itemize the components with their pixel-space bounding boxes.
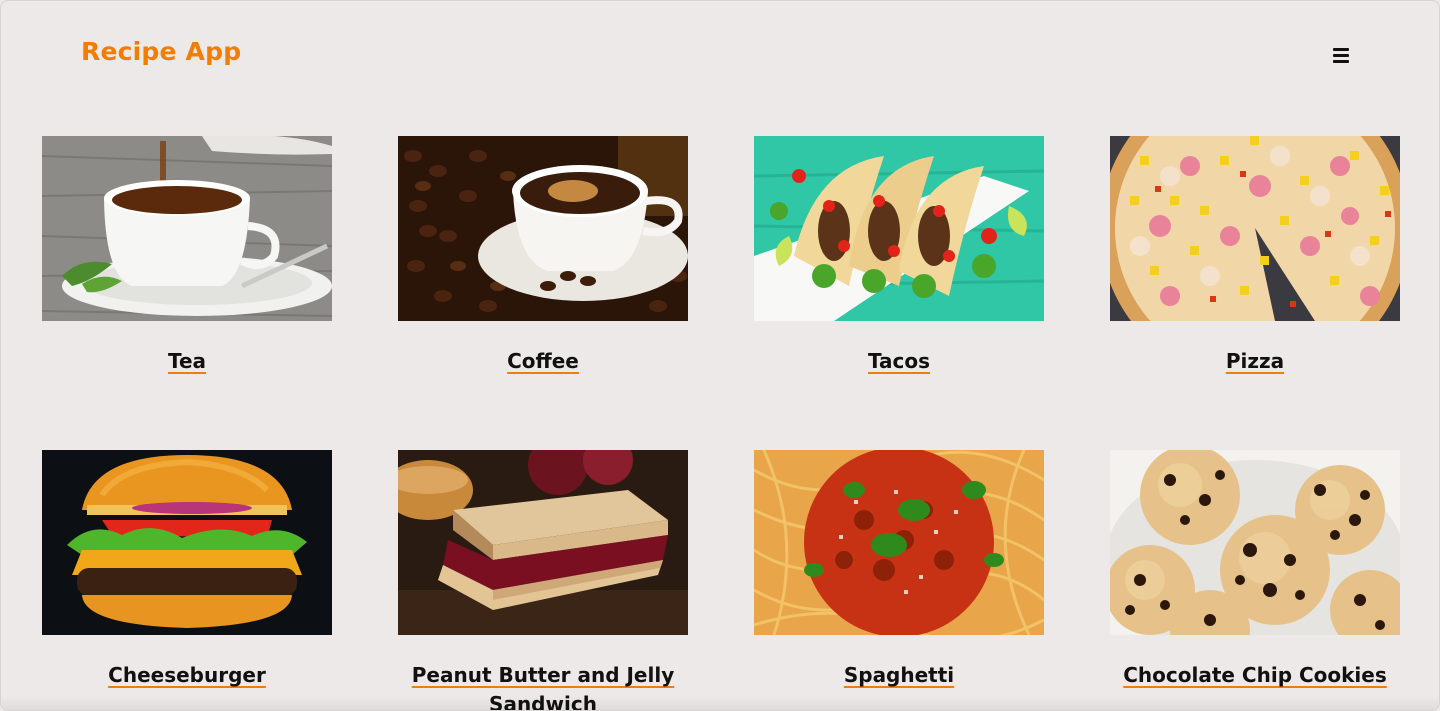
recipe-title-link[interactable]: Coffee [398, 347, 688, 376]
recipe-title-link[interactable]: Chocolate Chip Cookies [1110, 661, 1400, 690]
recipe-card-cheeseburger[interactable]: Cheeseburger [42, 450, 332, 690]
tea-cup-photo[interactable] [42, 136, 332, 321]
spaghetti-photo[interactable] [754, 450, 1044, 635]
recipe-card-tacos[interactable]: Tacos [754, 136, 1044, 376]
recipe-card-pizza[interactable]: Pizza [1110, 136, 1400, 376]
cookies-photo[interactable] [1110, 450, 1400, 635]
recipe-title-link[interactable]: Tea [42, 347, 332, 376]
tacos-photo[interactable] [754, 136, 1044, 321]
recipe-card-spaghetti[interactable]: Spaghetti [754, 450, 1044, 690]
recipe-card-tea[interactable]: Tea [42, 136, 332, 376]
app-window: Recipe App Tea Coffee Tacos Pizza Cheese… [0, 0, 1440, 711]
cheeseburger-photo[interactable] [42, 450, 332, 635]
recipe-title-link[interactable]: Pizza [1110, 347, 1400, 376]
recipe-card-pbj[interactable]: Peanut Butter and Jelly Sandwich [398, 450, 688, 710]
pizza-photo[interactable] [1110, 136, 1400, 321]
recipe-title-link[interactable]: Spaghetti [754, 661, 1044, 690]
recipe-card-cookies[interactable]: Chocolate Chip Cookies [1110, 450, 1400, 690]
recipe-title-link[interactable]: Cheeseburger [42, 661, 332, 690]
pbj-sandwich-photo[interactable] [398, 450, 688, 635]
recipe-title-link[interactable]: Tacos [754, 347, 1044, 376]
coffee-cup-photo[interactable] [398, 136, 688, 321]
recipe-grid: Tea Coffee Tacos Pizza Cheeseburger Pean… [1, 1, 1439, 710]
recipe-card-coffee[interactable]: Coffee [398, 136, 688, 376]
recipe-title-link[interactable]: Peanut Butter and Jelly Sandwich [398, 661, 688, 710]
